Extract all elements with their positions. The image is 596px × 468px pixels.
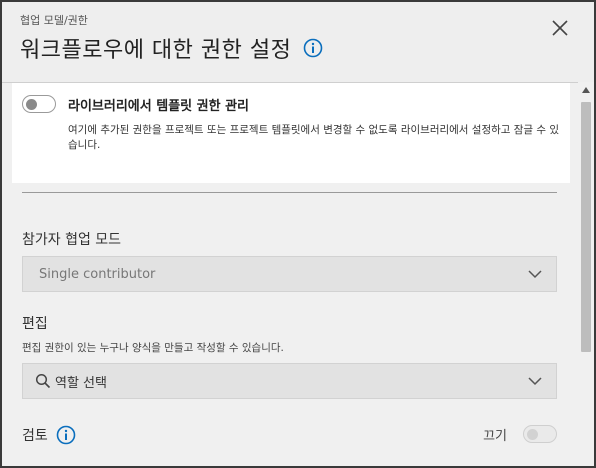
breadcrumb: 협업 모델/권한 xyxy=(20,14,88,27)
library-permissions-panel: 라이브러리에서 템플릿 권한 관리 여기에 추가된 권한을 프로젝트 또는 프로… xyxy=(12,83,570,183)
library-permissions-title: 라이브러리에서 템플릿 권한 관리 xyxy=(68,99,250,114)
chevron-down-icon xyxy=(528,270,542,279)
collab-mode-value: Single contributor xyxy=(39,266,156,282)
search-icon xyxy=(35,373,51,389)
close-button[interactable] xyxy=(548,16,572,40)
review-toggle[interactable] xyxy=(523,425,557,443)
toggle-knob xyxy=(527,428,538,440)
collab-mode-label: 참가자 협업 모드 xyxy=(22,232,122,248)
dialog-content: 라이브러리에서 템플릿 권한 관리 여기에 추가된 권한을 프로젝트 또는 프로… xyxy=(2,82,580,466)
library-permissions-toggle[interactable] xyxy=(22,95,56,113)
scroll-up-arrow-icon[interactable] xyxy=(582,86,590,94)
page-title: 워크플로우에 대한 권한 설정 xyxy=(20,38,292,63)
review-toggle-state-label: 끄기 xyxy=(483,429,507,444)
vertical-scrollbar[interactable] xyxy=(578,82,594,466)
info-icon[interactable] xyxy=(303,38,323,58)
permissions-dialog: 협업 모델/권한 워크플로우에 대한 권한 설정 라이브러리에서 템플릿 권한 … xyxy=(0,0,596,468)
library-permissions-description: 여기에 추가된 권한을 프로젝트 또는 프로젝트 템플릿에서 변경할 수 없도록… xyxy=(68,124,560,151)
collab-mode-select[interactable]: Single contributor xyxy=(22,256,557,292)
info-icon[interactable] xyxy=(56,425,76,445)
close-icon xyxy=(552,20,568,36)
scrollbar-thumb[interactable] xyxy=(581,102,591,352)
chevron-down-icon xyxy=(528,377,542,386)
dialog-header: 협업 모델/권한 워크플로우에 대한 권한 설정 xyxy=(2,2,594,82)
toggle-knob xyxy=(26,98,37,110)
section-divider xyxy=(22,192,557,193)
review-label: 검토 xyxy=(22,428,48,444)
edit-label: 편집 xyxy=(22,316,48,332)
review-label-group: 검토 xyxy=(22,425,76,445)
review-row: 검토 끄기 xyxy=(22,423,557,447)
edit-role-select[interactable]: 역할 선택 xyxy=(22,363,557,399)
title-row: 워크플로우에 대한 권한 설정 xyxy=(20,32,323,64)
edit-role-placeholder: 역할 선택 xyxy=(55,375,107,391)
edit-description: 편집 권한이 있는 누구나 양식을 만들고 작성할 수 있습니다. xyxy=(22,342,284,354)
